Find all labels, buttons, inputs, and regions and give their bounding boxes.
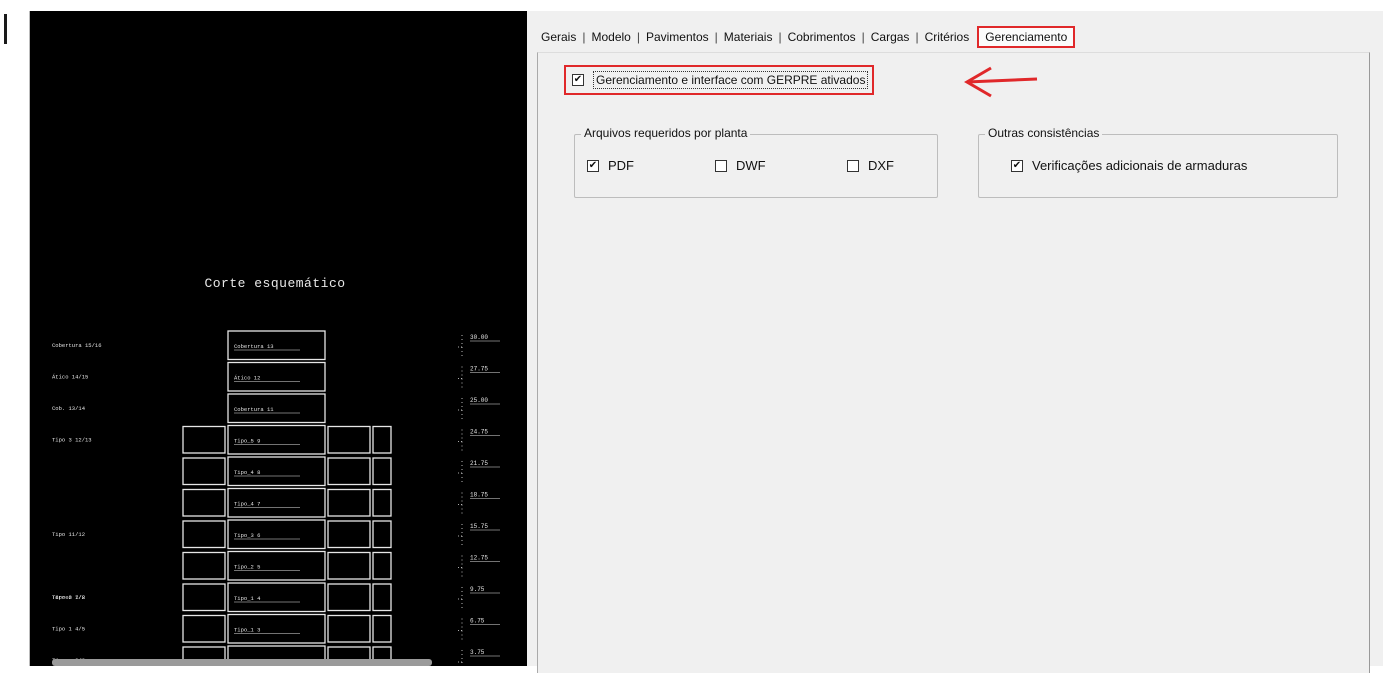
checkbox-box[interactable] [715,159,727,172]
side-box [327,551,371,580]
arquivos-legend: Arquivos requeridos por planta [581,126,751,140]
floor-label: Tipo_1 3 [234,627,260,634]
red-arrow-icon [964,66,1038,98]
floor-label: Tipo_1 4 [234,595,261,602]
tab-separator: | [861,30,865,44]
floor-label: Tipo_3 6 [234,532,260,539]
side-box [327,520,371,549]
side-box [182,614,226,643]
checkbox-box[interactable]: ✔ [587,159,599,172]
dwf-checkbox[interactable]: DWF [715,158,766,173]
side-box [372,520,392,549]
tab-pavimentos[interactable]: Pavimentos [642,30,713,44]
side-box [182,520,226,549]
floor-label: Ático 12 [234,375,260,382]
cad-preview-panel: Cobertura 13 30.00 Ático 12 27.75 Cobertura … [29,11,528,666]
side-box [372,583,392,612]
side-box [327,488,371,517]
side-box [182,583,226,612]
side-box [182,457,226,486]
settings-panel: Gerais | Modelo | Pavimentos | Materiais… [527,11,1383,673]
side-box [327,614,371,643]
pdf-checkbox[interactable]: ✔ PDF [587,158,634,173]
cad-drawing: Cobertura 13 30.00 Ático 12 27.75 Cobertura … [52,330,500,666]
tab-separator: | [915,30,919,44]
level-label: Ático 14/15 [52,374,88,381]
level-label: Térreo 1/2 [52,594,85,601]
level-label: Tipo 11/12 [52,531,85,538]
tab-modelo[interactable]: Modelo [587,30,634,44]
cad-scroll-strip[interactable] [52,659,432,666]
dwf-label: DWF [736,158,766,173]
elevation-label: 18.75 [470,492,488,499]
elevation-label: 12.75 [470,555,488,562]
side-box [182,425,226,454]
tab-criterios[interactable]: Critérios [921,30,974,44]
checkbox-box[interactable]: ✔ [572,74,584,86]
tab-separator: | [714,30,718,44]
elevation-label: 21.75 [470,460,488,467]
tab-cobrimentos[interactable]: Cobrimentos [784,30,860,44]
side-box [327,583,371,612]
floor-label: Tipo_4 7 [234,501,260,508]
side-box [372,551,392,580]
elevation-label: 24.75 [470,429,488,436]
side-box [372,425,392,454]
floor-label: Tipo_5 9 [234,438,260,445]
side-box [327,425,371,454]
outras-legend: Outras consistências [985,126,1103,140]
level-label: Tipo 1 4/5 [52,626,85,633]
tab-gerenciamento[interactable]: Gerenciamento [977,26,1076,48]
floor-label: Cobertura 13 [234,343,274,350]
elevation-label: 27.75 [470,366,488,373]
side-box [372,488,392,517]
tab-separator: | [582,30,586,44]
dxf-checkbox[interactable]: DXF [847,158,894,173]
side-box [327,457,371,486]
pdf-label: PDF [608,158,634,173]
checkbox-box[interactable] [847,159,859,172]
floor-label: Tipo_4 8 [234,469,260,476]
verificacoes-label: Verificações adicionais de armaduras [1032,158,1248,173]
tab-strip: Gerais | Modelo | Pavimentos | Materiais… [537,25,1076,49]
tab-separator: | [636,30,640,44]
elevation-label: 15.75 [470,523,488,530]
level-label: Cobertura 15/16 [52,342,102,349]
elevation-label: 9.75 [470,586,485,593]
gerpre-checkbox[interactable]: ✔ Gerenciamento e interface com GERPRE a… [564,65,875,95]
tab-gerais[interactable]: Gerais [537,30,580,44]
tab-materiais[interactable]: Materiais [720,30,777,44]
verificacoes-checkbox[interactable]: ✔ Verificações adicionais de armaduras [1011,158,1247,173]
window-edge-mark [4,14,7,44]
dxf-label: DXF [868,158,894,173]
side-box [182,488,226,517]
level-label: Cob. 13/14 [52,405,86,412]
outras-groupbox: Outras consistências ✔ Verificações adic… [978,126,1338,198]
floor-label: Tipo_2 5 [234,564,260,571]
elevation-label: 6.75 [470,618,485,625]
section-title: Corte esquemático [204,276,346,291]
level-label: Tipo 3 12/13 [52,437,92,444]
floor-label: Cobertura 11 [234,406,274,413]
side-box [372,614,392,643]
tab-separator: | [778,30,782,44]
checkbox-box[interactable]: ✔ [1011,159,1023,172]
tab-cargas[interactable]: Cargas [867,30,914,44]
elevation-label: 25.00 [470,397,488,404]
side-box [372,457,392,486]
arquivos-groupbox: Arquivos requeridos por planta ✔ PDF DWF… [574,126,938,198]
side-box [182,551,226,580]
elevation-label: 3.75 [470,649,485,656]
gerpre-checkbox-label: Gerenciamento e interface com GERPRE ati… [593,71,869,89]
elevation-label: 30.00 [470,334,488,341]
